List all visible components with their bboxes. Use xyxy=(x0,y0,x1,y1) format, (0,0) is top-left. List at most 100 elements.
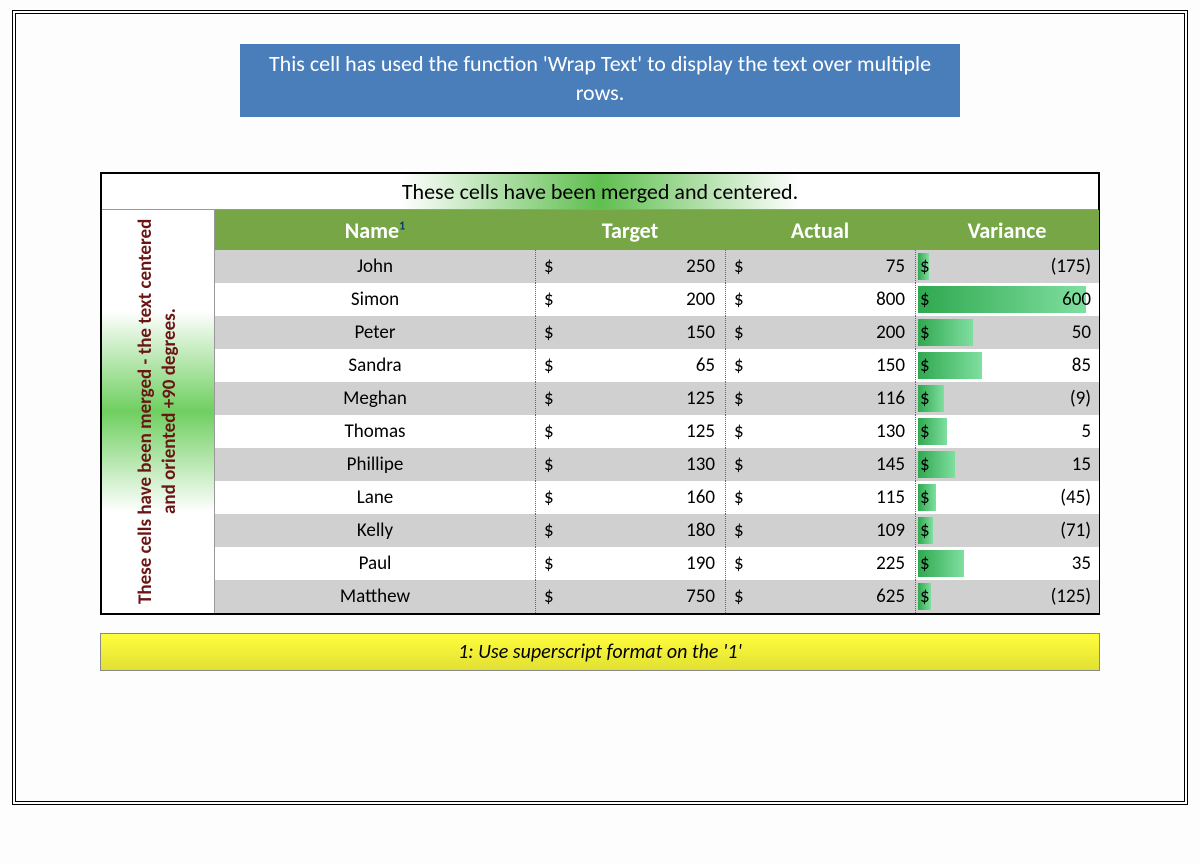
cell-name: Lane xyxy=(215,486,535,509)
wrap-text-banner: This cell has used the function 'Wrap Te… xyxy=(240,44,960,117)
table-row: Phillipe $130 $145$15 xyxy=(215,448,1099,481)
currency-symbol: $ xyxy=(544,552,564,575)
currency-symbol: $ xyxy=(920,288,940,311)
header-actual: Actual xyxy=(725,217,915,244)
cell-name: Kelly xyxy=(215,519,535,542)
table-row: Thomas$125$130$5 xyxy=(215,415,1099,448)
cell-name: Thomas xyxy=(215,420,535,443)
column-header-row: Name1 Target Actual Variance xyxy=(215,210,1099,250)
cell-target: $180 xyxy=(535,514,725,547)
variance-value: (175) xyxy=(940,255,1091,278)
currency-symbol: $ xyxy=(734,519,754,542)
cell-actual: $116 xyxy=(725,382,915,415)
table-row: Sandra$65$150$85 xyxy=(215,349,1099,382)
cell-variance: $(175) xyxy=(915,250,1099,283)
variance-value: (125) xyxy=(940,585,1091,608)
cell-target: $150 xyxy=(535,316,725,349)
cell-target: $65 xyxy=(535,349,725,382)
spreadsheet-region: These cells have been merged and centere… xyxy=(100,172,1100,615)
currency-symbol: $ xyxy=(544,387,564,410)
sheet-body: These cells have been merged - the text … xyxy=(102,210,1098,613)
cell-target: $125 xyxy=(535,415,725,448)
header-variance: Variance xyxy=(915,217,1099,244)
currency-symbol: $ xyxy=(920,255,940,278)
cell-variance: $(45) xyxy=(915,481,1099,514)
cell-variance: $35 xyxy=(915,547,1099,580)
footnote-bar: 1: Use superscript format on the '1' xyxy=(100,633,1100,671)
target-value: 180 xyxy=(564,519,715,542)
actual-value: 225 xyxy=(754,552,905,575)
currency-symbol: $ xyxy=(734,321,754,344)
currency-symbol: $ xyxy=(920,486,940,509)
cell-variance: $85 xyxy=(915,349,1099,382)
currency-symbol: $ xyxy=(734,288,754,311)
cell-name: Sandra xyxy=(215,354,535,377)
currency-symbol: $ xyxy=(544,453,564,476)
cell-variance: $(9) xyxy=(915,382,1099,415)
target-value: 125 xyxy=(564,420,715,443)
target-value: 250 xyxy=(564,255,715,278)
cell-name: Phillipe xyxy=(215,453,535,476)
cell-target: $160 xyxy=(535,481,725,514)
actual-value: 150 xyxy=(754,354,905,377)
cell-name: John xyxy=(215,255,535,278)
currency-symbol: $ xyxy=(734,255,754,278)
cell-name: Paul xyxy=(215,552,535,575)
header-target: Target xyxy=(535,217,725,244)
cell-actual: $115 xyxy=(725,481,915,514)
target-value: 150 xyxy=(564,321,715,344)
variance-value: 35 xyxy=(940,552,1091,575)
variance-value: (45) xyxy=(940,486,1091,509)
merged-centered-header: These cells have been merged and centere… xyxy=(102,174,1098,210)
currency-symbol: $ xyxy=(920,321,940,344)
actual-value: 109 xyxy=(754,519,905,542)
actual-value: 116 xyxy=(754,387,905,410)
cell-actual: $150 xyxy=(725,349,915,382)
currency-symbol: $ xyxy=(920,387,940,410)
document-frame: This cell has used the function 'Wrap Te… xyxy=(12,10,1188,805)
variance-value: (9) xyxy=(940,387,1091,410)
currency-symbol: $ xyxy=(920,552,940,575)
cell-target: $125 xyxy=(535,382,725,415)
currency-symbol: $ xyxy=(734,453,754,476)
currency-symbol: $ xyxy=(544,420,564,443)
currency-symbol: $ xyxy=(734,552,754,575)
cell-actual: $75 xyxy=(725,250,915,283)
cell-variance: $50 xyxy=(915,316,1099,349)
currency-symbol: $ xyxy=(544,321,564,344)
currency-symbol: $ xyxy=(920,420,940,443)
cell-actual: $109 xyxy=(725,514,915,547)
actual-value: 200 xyxy=(754,321,905,344)
cell-name: Peter xyxy=(215,321,535,344)
currency-symbol: $ xyxy=(920,453,940,476)
currency-symbol: $ xyxy=(734,486,754,509)
actual-value: 75 xyxy=(754,255,905,278)
cell-actual: $145 xyxy=(725,448,915,481)
currency-symbol: $ xyxy=(544,288,564,311)
currency-symbol: $ xyxy=(734,420,754,443)
cell-variance: $5 xyxy=(915,415,1099,448)
table-row: Paul$190$225$35 xyxy=(215,547,1099,580)
target-value: 160 xyxy=(564,486,715,509)
currency-symbol: $ xyxy=(544,486,564,509)
cell-actual: $130 xyxy=(725,415,915,448)
currency-symbol: $ xyxy=(544,519,564,542)
currency-symbol: $ xyxy=(544,255,564,278)
currency-symbol: $ xyxy=(734,354,754,377)
target-value: 750 xyxy=(564,585,715,608)
table-row: Simon$200$800$600 xyxy=(215,283,1099,316)
actual-value: 625 xyxy=(754,585,905,608)
currency-symbol: $ xyxy=(920,585,940,608)
table-row: Kelly$180$109$(71) xyxy=(215,514,1099,547)
table-row: Lane$160$115$(45) xyxy=(215,481,1099,514)
variance-value: 50 xyxy=(940,321,1091,344)
target-value: 65 xyxy=(564,354,715,377)
cell-variance: $15 xyxy=(915,448,1099,481)
currency-symbol: $ xyxy=(734,387,754,410)
cell-actual: $200 xyxy=(725,316,915,349)
variance-value: 85 xyxy=(940,354,1091,377)
cell-variance: $(125) xyxy=(915,580,1099,613)
table-row: John$250$75$(175) xyxy=(215,250,1099,283)
target-value: 130 xyxy=(564,453,715,476)
cell-name: Matthew xyxy=(215,585,535,608)
